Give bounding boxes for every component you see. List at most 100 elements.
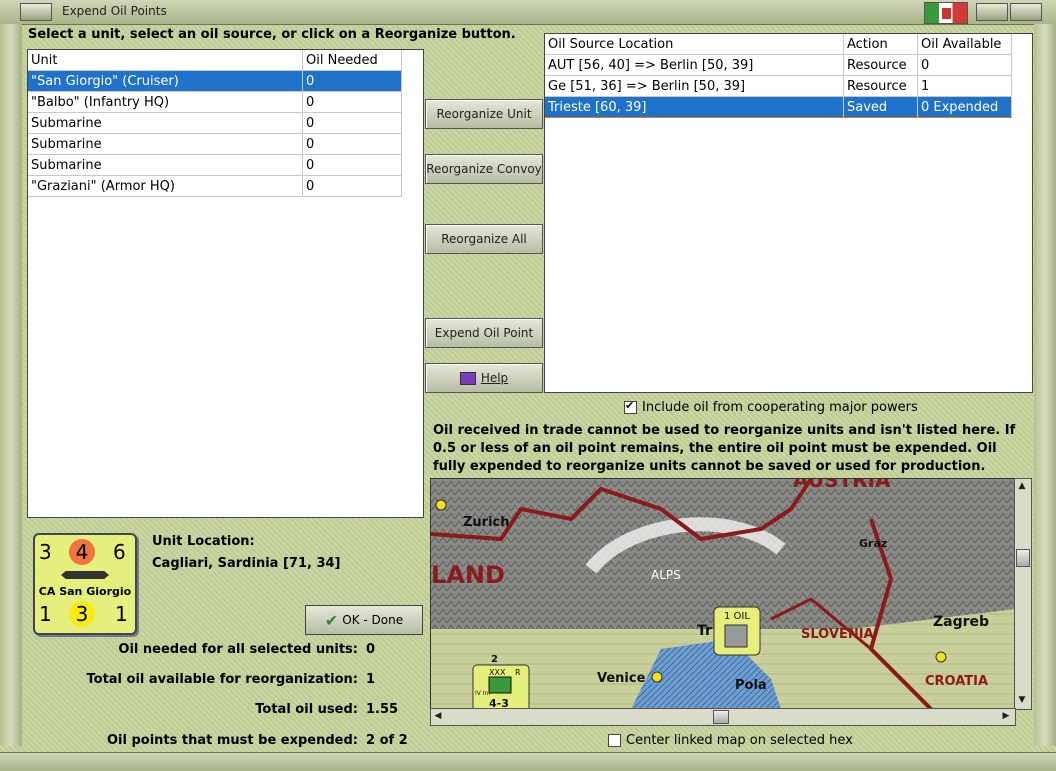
unit-size-label: XXX [489, 668, 506, 677]
title-bar: Expend Oil Points [0, 0, 1056, 25]
italy-flag-icon [924, 2, 968, 24]
oil-action: Saved [843, 96, 918, 118]
linked-map[interactable]: Zurich AUSTRIA Graz ALPS LAND SLOVENIA Z… [430, 478, 1016, 710]
map-label-slovenia: SLOVENIA [801, 627, 874, 642]
oil-source: Ge [51, 36] => Berlin [50, 39] [545, 75, 844, 97]
checkmark-icon: ✔ [324, 610, 339, 630]
reorganize-unit-button[interactable]: Reorganize Unit [425, 99, 543, 129]
map-label-austria: AUSTRIA [793, 479, 891, 492]
table-row[interactable]: Ge [51, 36] => Berlin [50, 39] Resource 1 [545, 75, 1012, 97]
help-button[interactable]: Help [425, 363, 543, 393]
counter-bottom-right: 1 [115, 602, 128, 626]
oil-rules-note: Oil received in trade cannot be used to … [433, 423, 1016, 474]
total-available-label: Total oil available for reorganization: [86, 672, 359, 687]
instruction-text: Select a unit, select an oil source, or … [28, 27, 516, 42]
map-label-croatia: CROATIA [925, 674, 988, 689]
checkbox-unchecked-icon[interactable] [608, 734, 621, 747]
left-frame [0, 24, 22, 746]
oil-source: AUT [56, 40] => Berlin [50, 39] [545, 54, 844, 76]
unit-r-label: R [515, 668, 521, 677]
reorganize-convoy-button[interactable]: Reorganize Convoy [425, 154, 543, 184]
action-column-header[interactable]: Action [843, 34, 918, 55]
oil-marker-label: 1 OIL [724, 611, 750, 622]
expend-oil-point-button[interactable]: Expend Oil Point [425, 318, 543, 348]
total-used-value: 1.55 [366, 702, 399, 717]
unit-name: Submarine [28, 154, 303, 176]
map-label-trieste: Tr [697, 623, 712, 639]
table-row[interactable]: Submarine 0 [28, 154, 402, 176]
unit-list[interactable]: Unit Oil Needed "San Giorgio" (Cruiser) 0… [27, 49, 424, 518]
infantry-icon [488, 676, 512, 694]
map-vertical-scrollbar[interactable]: ▲ ▼ [1014, 478, 1032, 710]
unit-location-label: Unit Location: [152, 534, 255, 549]
unit-column-header[interactable]: Unit [28, 50, 303, 71]
oil-source-column-header[interactable]: Oil Source Location [545, 34, 844, 55]
oil-source: Trieste [60, 39] [545, 96, 844, 118]
oil-source-list[interactable]: Oil Source Location Action Oil Available… [544, 33, 1033, 393]
counter-top-left: 3 [39, 540, 52, 564]
scroll-down-icon[interactable]: ▼ [1015, 693, 1029, 707]
counter-top-middle: 4 [69, 539, 95, 565]
include-oil-checkbox[interactable]: Include oil from cooperating major power… [624, 399, 918, 415]
unit-name: "San Giorgio" (Cruiser) [28, 70, 303, 92]
scroll-up-icon[interactable]: ▲ [1015, 479, 1029, 493]
table-row[interactable]: Submarine 0 [28, 112, 402, 134]
unit-table-header: Unit Oil Needed [28, 50, 402, 71]
help-book-icon [459, 371, 476, 385]
scroll-left-icon[interactable]: ◀ [431, 709, 445, 723]
reorganize-all-button[interactable]: Reorganize All [425, 224, 543, 254]
oil-needed: 0 [302, 70, 402, 92]
oil-needed: 0 [302, 154, 402, 176]
total-used-label: Total oil used: [255, 702, 358, 717]
map-label-pola: Pola [735, 678, 767, 693]
system-menu-button[interactable] [20, 3, 52, 21]
unit-top-value: 2 [491, 654, 498, 665]
unit-location-value: Cagliari, Sardinia [71, 34] [152, 556, 341, 571]
oil-barrel-icon [724, 624, 748, 648]
table-row[interactable]: "Graziani" (Armor HQ) 0 [28, 175, 402, 197]
map-label-zagreb: Zagreb [933, 614, 989, 630]
ok-done-label: OK - Done [342, 613, 404, 627]
oil-needed-column-header[interactable]: Oil Needed [302, 50, 402, 71]
scroll-right-icon[interactable]: ▶ [999, 709, 1013, 723]
table-row[interactable]: Submarine 0 [28, 133, 402, 155]
bottom-frame [0, 752, 1056, 771]
map-svg: Zurich AUSTRIA Graz ALPS LAND SLOVENIA Z… [431, 479, 1015, 709]
map-horizontal-scrollbar[interactable]: ◀ ▶ [430, 708, 1016, 726]
unit-name: "Balbo" (Infantry HQ) [28, 91, 303, 113]
table-row[interactable]: "San Giorgio" (Cruiser) 0 [28, 70, 402, 92]
horizontal-scroll-thumb[interactable] [713, 710, 729, 724]
unit-name: "Graziani" (Armor HQ) [28, 175, 303, 197]
minimize-button[interactable] [976, 3, 1008, 21]
oil-action: Resource [843, 54, 918, 76]
counter-top-right: 6 [113, 540, 126, 564]
table-row[interactable]: "Balbo" (Infantry HQ) 0 [28, 91, 402, 113]
map-label-graz: Graz [859, 537, 887, 550]
maximize-button[interactable] [1010, 3, 1042, 21]
oil-available: 0 Expended [917, 96, 1012, 118]
ok-done-button[interactable]: ✔ OK - Done [305, 605, 423, 635]
checkbox-checked-icon[interactable] [624, 399, 637, 414]
center-map-checkbox[interactable]: Center linked map on selected hex [608, 733, 853, 748]
oil-available: 1 [917, 75, 1012, 97]
oil-available-column-header[interactable]: Oil Available [917, 34, 1012, 55]
help-label: Help [480, 371, 509, 385]
oil-table-header: Oil Source Location Action Oil Available [545, 34, 1012, 55]
oil-needed: 0 [302, 175, 402, 197]
must-expend-value: 2 of 2 [366, 733, 408, 748]
cruiser-icon [61, 571, 109, 579]
city-marker [435, 499, 447, 511]
map-label-zurich: Zurich [463, 515, 510, 530]
right-frame [1034, 24, 1056, 746]
total-available-value: 1 [366, 672, 376, 687]
unit-name: Submarine [28, 133, 303, 155]
table-row[interactable]: AUT [56, 40] => Berlin [50, 39] Resource 0 [545, 54, 1012, 76]
window-title: Expend Oil Points [62, 4, 167, 18]
oil-needed: 0 [302, 133, 402, 155]
vertical-scroll-thumb[interactable] [1016, 549, 1030, 567]
oil-needed: 0 [302, 112, 402, 134]
oil-needed: 0 [302, 91, 402, 113]
table-row[interactable]: Trieste [60, 39] Saved 0 Expended [545, 96, 1012, 118]
city-marker [651, 671, 663, 683]
map-label-land: LAND [431, 561, 505, 589]
